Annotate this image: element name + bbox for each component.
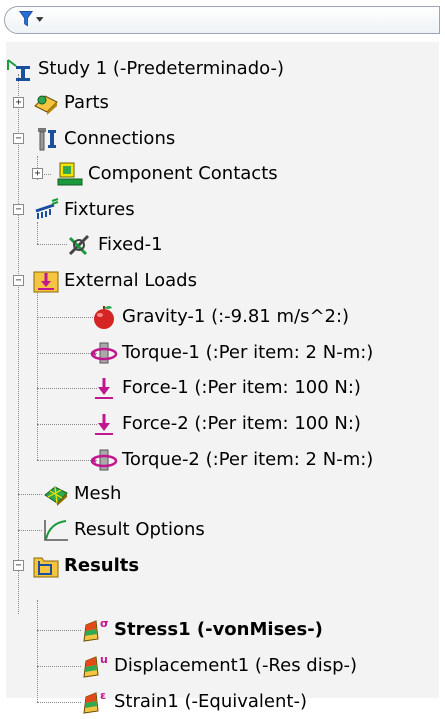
- connections-icon: [38, 128, 56, 151]
- tree-item-label: Mesh: [74, 483, 122, 504]
- tree-connector: [18, 530, 42, 531]
- tree-item-label: Parts: [64, 92, 109, 113]
- collapse-toggle[interactable]: −: [13, 204, 24, 215]
- tree-item-force-2[interactable]: Force-2 (:Per item: 100 N:): [90, 407, 361, 441]
- tree-item-component-contacts[interactable]: Component Contacts: [56, 157, 278, 191]
- tree-item-gravity-1[interactable]: Gravity-1 (:-9.81 m/s^2:): [90, 300, 349, 334]
- feature-tree-panel: Study 1 (-Predeterminado-) + Parts − Con…: [6, 42, 439, 714]
- tree-item-label: Torque-2 (:Per item: 2 N-m:): [122, 449, 374, 470]
- dropdown-arrow-icon: [35, 17, 44, 22]
- tree-connector: [18, 74, 19, 614]
- collapse-toggle[interactable]: −: [13, 275, 24, 286]
- tree-item-strain-1[interactable]: ε Strain1 (-Equivalent-): [82, 685, 307, 719]
- torque-icon: [90, 342, 118, 364]
- tree-item-label: Component Contacts: [88, 163, 278, 184]
- tree-item-result-options[interactable]: Result Options: [42, 513, 205, 547]
- filter-dropdown-button[interactable]: [18, 9, 44, 29]
- expand-toggle[interactable]: +: [13, 97, 24, 108]
- fixed-icon: [68, 234, 90, 256]
- tree-connector: [18, 494, 42, 495]
- svg-text:u: u: [100, 653, 108, 666]
- svg-text:ε: ε: [100, 689, 106, 702]
- torque-icon: [90, 449, 118, 471]
- simulation-study-tree: Study 1 (-Predeterminado-) + Parts − Con…: [6, 42, 439, 714]
- svg-text:σ: σ: [100, 617, 109, 630]
- tree-item-label: Torque-1 (:Per item: 2 N-m:): [122, 342, 374, 363]
- force-icon: [95, 378, 113, 399]
- tree-connector: [37, 388, 97, 389]
- tree-item-fixtures[interactable]: Fixtures: [32, 193, 135, 227]
- tree-connector: [37, 244, 67, 245]
- tree-item-displacement-1[interactable]: u Displacement1 (-Res disp-): [82, 649, 357, 683]
- tree-item-mesh[interactable]: Mesh: [42, 477, 121, 511]
- tree-item-label: Gravity-1 (:-9.81 m/s^2:): [122, 306, 350, 327]
- filter-box[interactable]: [4, 6, 440, 34]
- tree-item-fixed-1[interactable]: Fixed-1: [66, 228, 163, 262]
- tree-item-results[interactable]: Results: [32, 549, 139, 583]
- component-contacts-icon: [57, 162, 83, 186]
- tree-connector: [37, 702, 81, 703]
- tree-item-label: Result Options: [74, 519, 205, 540]
- tree-item-label: Connections: [64, 128, 176, 149]
- collapse-toggle[interactable]: −: [13, 560, 24, 571]
- tree-item-torque-1[interactable]: Torque-1 (:Per item: 2 N-m:): [90, 336, 373, 370]
- external-loads-icon: [33, 271, 59, 293]
- tree-item-label: Study 1 (-Predeterminado-): [38, 58, 284, 79]
- tree-item-torque-2[interactable]: Torque-2 (:Per item: 2 N-m:): [90, 443, 373, 477]
- tree-connector: [37, 317, 97, 318]
- tree-item-label: Fixed-1: [98, 234, 163, 255]
- result-options-icon: [44, 520, 68, 541]
- tree-connector: [37, 424, 97, 425]
- tree-item-connections[interactable]: Connections: [32, 122, 175, 156]
- tree-item-study[interactable]: Study 1 (-Predeterminado-): [6, 52, 284, 86]
- tree-item-label: Strain1 (-Equivalent-): [114, 691, 307, 712]
- tree-item-label: External Loads: [64, 270, 197, 291]
- tree-connector: [37, 460, 97, 461]
- tree-item-label: Force-2 (:Per item: 100 N:): [122, 413, 361, 434]
- tree-connector: [37, 600, 38, 702]
- tree-connector: [37, 353, 97, 354]
- strain-plot-icon: ε: [83, 689, 106, 714]
- collapse-toggle[interactable]: −: [13, 133, 24, 144]
- filter-toolbar: [0, 0, 445, 38]
- study-icon: [7, 59, 30, 81]
- tree-connector: [37, 666, 81, 667]
- tree-item-stress-1[interactable]: σ Stress1 (-vonMises-): [82, 613, 323, 647]
- force-icon: [95, 414, 113, 435]
- tree-item-label: Fixtures: [64, 199, 135, 220]
- tree-item-external-loads[interactable]: External Loads: [32, 264, 197, 298]
- displacement-plot-icon: u: [83, 653, 108, 678]
- results-folder-icon: [33, 557, 59, 578]
- parts-icon: [34, 95, 58, 115]
- tree-item-label: Force-1 (:Per item: 100 N:): [122, 377, 361, 398]
- tree-connector: [37, 290, 38, 460]
- stress-plot-icon: σ: [83, 617, 109, 642]
- tree-item-parts[interactable]: Parts: [32, 86, 109, 120]
- tree-item-label: Displacement1 (-Res disp-): [114, 655, 358, 676]
- expand-toggle[interactable]: +: [32, 168, 43, 179]
- tree-item-force-1[interactable]: Force-1 (:Per item: 100 N:): [90, 371, 361, 405]
- tree-item-label: Results: [64, 555, 140, 576]
- tree-connector: [37, 630, 81, 631]
- fixtures-icon: [35, 198, 59, 219]
- mesh-icon: [44, 486, 68, 506]
- gravity-icon: [94, 306, 114, 329]
- tree-item-label: Stress1 (-vonMises-): [114, 619, 323, 640]
